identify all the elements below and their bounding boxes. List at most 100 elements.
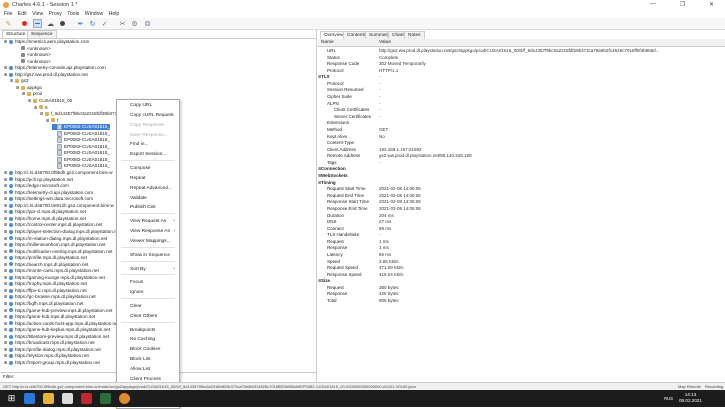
tree-row[interactable]: <unknown> <box>16 52 51 58</box>
throttle-icon[interactable] <box>33 19 42 28</box>
tree-row[interactable]: EP0082-CUSA01615_ <box>52 124 110 131</box>
tree-row[interactable]: ⊞ https://telemetry-cl.api.playstation.co… <box>4 190 93 196</box>
tree-row[interactable]: ⊞ https://profile.mps.dl.playstation.net <box>4 255 87 261</box>
charles-icon[interactable] <box>119 393 130 404</box>
settings-icon[interactable]: ⚙ <box>130 19 139 28</box>
language-indicator[interactable]: RUS <box>664 396 673 401</box>
menu-item-no-caching[interactable]: No Caching <box>117 335 179 345</box>
clock[interactable]: 14:13 08.02.2021 <box>679 392 702 404</box>
pen-icon[interactable]: ✒ <box>76 19 85 28</box>
tree-row[interactable]: EP0082-CUSA01615_ <box>52 130 110 137</box>
menu-tools[interactable]: Tools <box>67 10 79 18</box>
tools-icon[interactable]: ✂ <box>118 19 127 28</box>
tree-row[interactable]: <unknown> <box>16 46 51 52</box>
menu-item-copy-url[interactable]: Copy URL <box>117 101 179 111</box>
tree-row[interactable]: EP0082-CUSA01615_ <box>52 143 110 150</box>
app-icon-green[interactable] <box>100 393 111 404</box>
tree-row[interactable]: ⊞ https://action-cards-host-app.mps.dl.pl… <box>4 321 119 327</box>
tree-row[interactable]: <unknown> <box>16 59 51 65</box>
tree-row[interactable]: ⊞ https://pcll.np.playstation.net <box>4 177 73 183</box>
tree-row[interactable]: ⊞ https://profile-dialog.mps.dl.playstati… <box>4 347 101 353</box>
tree-row[interactable]: ⊞ https://trophy.mps.dl.playstation.net <box>4 281 87 287</box>
overview-row[interactable]: Remote Address gs2.ww.prod.dl.playstation… <box>318 153 725 160</box>
tree-row[interactable]: ⊞ https://game-hub-preview.mps.dl.playsta… <box>4 308 112 314</box>
menu-item-repeat-advanced[interactable]: Repeat Advanced... <box>117 184 179 194</box>
menu-item-view-request-as[interactable]: View Request As › <box>117 217 179 227</box>
tree-row[interactable]: ⊞ https://gaming-lounge.mps.dl.playstatio… <box>4 275 105 281</box>
menu-item-show-in-sequence[interactable]: Show in Sequence <box>117 251 179 261</box>
tree-row[interactable]: EP0082-CUSA01615_ <box>52 156 110 163</box>
menu-item-export-session[interactable]: Export Session... <box>117 150 179 160</box>
menu-window[interactable]: Window <box>85 10 103 18</box>
menu-item-breakpoints[interactable]: Breakpoints <box>117 326 179 336</box>
tree-row[interactable]: ⊞ f <box>46 118 58 124</box>
refresh-icon[interactable]: ↻ <box>88 19 97 28</box>
start-icon[interactable]: ⊞ <box>6 393 17 404</box>
menu-item-compose[interactable]: Compose <box>117 164 179 174</box>
close-button[interactable]: ✕ <box>709 1 714 8</box>
tree-row[interactable]: ⊞ https://telemetry-console.api.playstati… <box>4 65 106 71</box>
menu-item-block-cookies[interactable]: Block Cookies <box>117 345 179 355</box>
menu-item-block-list[interactable]: Block List <box>117 355 179 365</box>
tree-row[interactable]: ⊞ https://titlestore-preview.mps.dl.plays… <box>4 334 109 340</box>
tree-row[interactable]: ⊞ CUSA01615_00 <box>28 98 72 104</box>
menu-item-save-response[interactable]: Save Response... <box>117 131 179 141</box>
menu-item-ignore[interactable]: Ignore <box>117 288 179 298</box>
tree-row[interactable]: ⊞ https://ppr-cl.mps.dl.playstation.net <box>4 209 86 215</box>
menu-item-view-response-as[interactable]: View Response As › <box>117 227 179 237</box>
tree-row[interactable]: ⊞ http://c.ls.d46700.0f9bdh.gs2.component… <box>4 170 113 176</box>
browser-icon[interactable] <box>24 393 35 404</box>
menu-item-find-in[interactable]: Find in... <box>117 140 179 150</box>
tree-row[interactable]: ⊞ https://game-hub.mps.dl.playstation.net <box>4 314 95 320</box>
broom-icon[interactable]: ✎ <box>4 19 13 28</box>
folder-icon[interactable] <box>43 393 54 404</box>
menu-item-clear-others[interactable]: Clear Others <box>117 312 179 322</box>
menu-proxy[interactable]: Proxy <box>49 10 62 18</box>
menu-edit[interactable]: Edit <box>18 10 27 18</box>
tab-structure[interactable]: Structure <box>2 30 30 38</box>
overview-row[interactable]: ALPN - <box>318 101 725 108</box>
tree-row[interactable]: ⊞ https://bgfh.mps.dl.playstation.net <box>4 301 83 307</box>
menu-item-sort-by[interactable]: Sort By › <box>117 265 179 275</box>
menu-file[interactable]: File <box>4 10 12 18</box>
menu-view[interactable]: View <box>32 10 43 18</box>
tree-row[interactable]: ⊞ https://home.mps.dl.playstation.net <box>4 216 86 222</box>
tree-row[interactable]: ⊞ https://smetrics.aem.playstation.com <box>4 39 89 45</box>
tree-row[interactable]: ⊞ https://notification-overlay.mps.dl.pla… <box>4 249 112 255</box>
menu-item-clear[interactable]: Clear <box>117 302 179 312</box>
gear-icon[interactable]: ❂ <box>143 19 152 28</box>
tree-row[interactable]: ⊞ 5 <box>34 105 48 111</box>
tree-row[interactable]: EP0082-CUSA01615_ <box>52 150 110 157</box>
tree-row[interactable]: ⊞ gs2 <box>10 78 28 84</box>
app-icon-red[interactable] <box>81 393 92 404</box>
menu-item-publish-gist[interactable]: Publish Gist <box>117 203 179 213</box>
tree-row[interactable]: ⊞ https://report-group.mps.dl.playstation… <box>4 360 100 366</box>
record-icon[interactable] <box>20 19 29 28</box>
menu-item-validate[interactable]: Validate <box>117 194 179 204</box>
menu-item-focus[interactable]: Focus <box>117 278 179 288</box>
menu-item-allow-list[interactable]: Allow List <box>117 365 179 375</box>
menu-item-repeat[interactable]: Repeat <box>117 174 179 184</box>
overview-row[interactable]: Total 805 bytes <box>318 298 725 305</box>
tree-row[interactable]: ⊞ https://settings-win.data.microsoft.com <box>4 196 93 202</box>
tree-row[interactable]: ⊞ https://game-hub-keplus.mps.dl.playstat… <box>4 327 110 333</box>
overview-row[interactable]: Response End Time 2021-02-08 14:06:06 <box>318 206 725 213</box>
tree-row[interactable]: ⊞ https://monte-carlo.mps.dl.playstation.… <box>4 268 99 274</box>
tree-row[interactable]: ⊞ https://elysion.mps.dl.playstation.net <box>4 353 89 359</box>
tree-row[interactable]: ⊞ http://c.ls.d46700.0e912h.gs2.component… <box>4 203 114 209</box>
tree-row[interactable]: ⊞ https://player-selection-dialog.mps.dl.… <box>4 229 120 235</box>
menu-help[interactable]: Help <box>109 10 120 18</box>
menu-item-viewer-mappings[interactable]: Viewer Mappings... <box>117 237 179 247</box>
maximize-button[interactable]: ❐ <box>680 1 685 8</box>
stop-icon[interactable] <box>58 19 67 28</box>
tree-row[interactable]: ⊞ https://millenniumhom.mps.dl.playstatio… <box>4 242 105 248</box>
check-icon[interactable]: ✓ <box>100 19 109 28</box>
tree-row[interactable]: EP0082-CUSA01615_ <box>52 163 110 170</box>
tree-row[interactable]: ⊞ https://search.mps.dl.playstation.net <box>4 262 88 268</box>
tree-row[interactable]: ⊞ https://edge.microsoft.com <box>4 183 69 189</box>
minimize-button[interactable]: — <box>650 1 656 7</box>
breakpoint-icon[interactable]: ☁ <box>46 19 55 28</box>
tree-row[interactable]: ⊞ https://broadcast.mps.dl.playstation.ne… <box>4 340 95 346</box>
menu-item-copy-curl-request[interactable]: Copy cURL Request <box>117 111 179 121</box>
tree-row[interactable]: ⊞ appkgo <box>16 85 42 91</box>
